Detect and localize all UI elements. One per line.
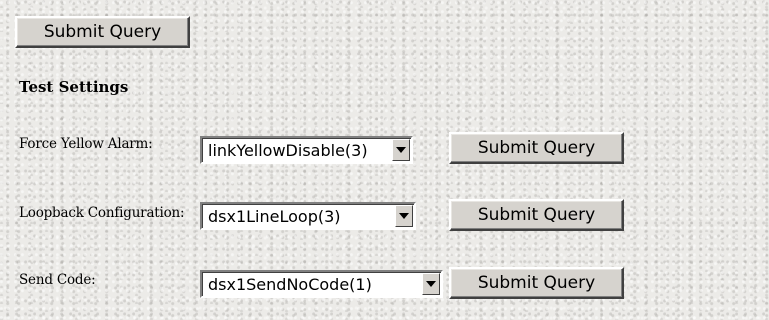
send-code-select[interactable]: dsx1SendNoCode(1) xyxy=(200,270,443,298)
loopback-configuration-value: dsx1LineLoop(3) xyxy=(208,206,341,226)
send-code-label: Send Code: xyxy=(19,272,96,288)
submit-query-button-top[interactable]: Submit Query xyxy=(15,16,190,48)
force-yellow-alarm-label: Force Yellow Alarm: xyxy=(19,136,153,152)
submit-query-button-loopback-configuration[interactable]: Submit Query xyxy=(449,199,624,231)
section-heading-test-settings: Test Settings xyxy=(19,78,129,96)
force-yellow-alarm-value: linkYellowDisable(3) xyxy=(208,140,368,160)
submit-query-button-force-yellow-alarm[interactable]: Submit Query xyxy=(449,132,624,164)
chevron-down-icon[interactable] xyxy=(395,205,413,227)
loopback-configuration-select[interactable]: dsx1LineLoop(3) xyxy=(200,202,416,230)
submit-query-button-send-code[interactable]: Submit Query xyxy=(449,267,624,299)
chevron-down-icon[interactable] xyxy=(422,273,440,295)
chevron-down-icon[interactable] xyxy=(392,139,410,161)
send-code-value: dsx1SendNoCode(1) xyxy=(208,274,372,294)
force-yellow-alarm-select[interactable]: linkYellowDisable(3) xyxy=(200,136,413,164)
loopback-configuration-label: Loopback Configuration: xyxy=(19,205,185,221)
